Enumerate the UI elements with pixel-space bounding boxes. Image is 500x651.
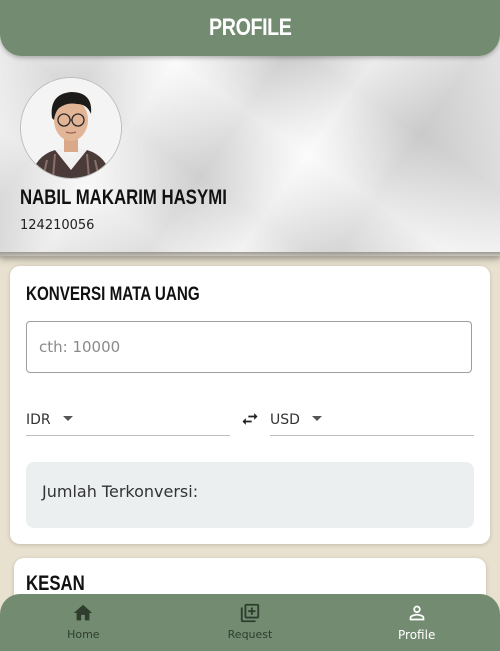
conversion-result-box: Jumlah Terkonversi: (26, 462, 474, 528)
header-shadow (0, 252, 500, 260)
currency-converter-card: KONVERSI MATA UANG IDR USD Jumlah Terkon… (10, 266, 490, 544)
nav-item-profile[interactable]: Profile (333, 594, 500, 651)
amount-input[interactable] (26, 321, 472, 373)
library-add-icon (240, 603, 260, 623)
to-currency-value: USD (270, 412, 300, 428)
converter-title: KONVERSI MATA UANG (26, 284, 200, 305)
to-currency-select[interactable]: USD (270, 404, 474, 436)
avatar-photo (21, 78, 121, 178)
profile-nim: 124210056 (20, 218, 95, 233)
profile-name: NABIL MAKARIM HASYMI (20, 186, 227, 209)
chevron-down-icon (62, 416, 73, 421)
page-title: PROFILE (208, 14, 292, 41)
chevron-down-icon (311, 416, 322, 421)
swap-icon[interactable] (240, 409, 260, 429)
bottom-navigation: Home Request Profile (0, 594, 500, 651)
kesan-title: KESAN (26, 572, 85, 595)
from-currency-value: IDR (26, 412, 51, 428)
nav-item-home[interactable]: Home (0, 594, 167, 651)
nav-label-home: Home (67, 628, 100, 641)
app-bar: PROFILE (0, 0, 500, 56)
avatar (20, 77, 122, 179)
nav-label-profile: Profile (398, 628, 436, 642)
person-icon (409, 605, 425, 621)
home-icon (74, 604, 93, 621)
nav-label-request: Request (227, 628, 273, 641)
conversion-result-label: Jumlah Terkonversi: (42, 482, 199, 501)
from-currency-select[interactable]: IDR (26, 404, 230, 436)
nav-item-request[interactable]: Request (167, 594, 334, 651)
